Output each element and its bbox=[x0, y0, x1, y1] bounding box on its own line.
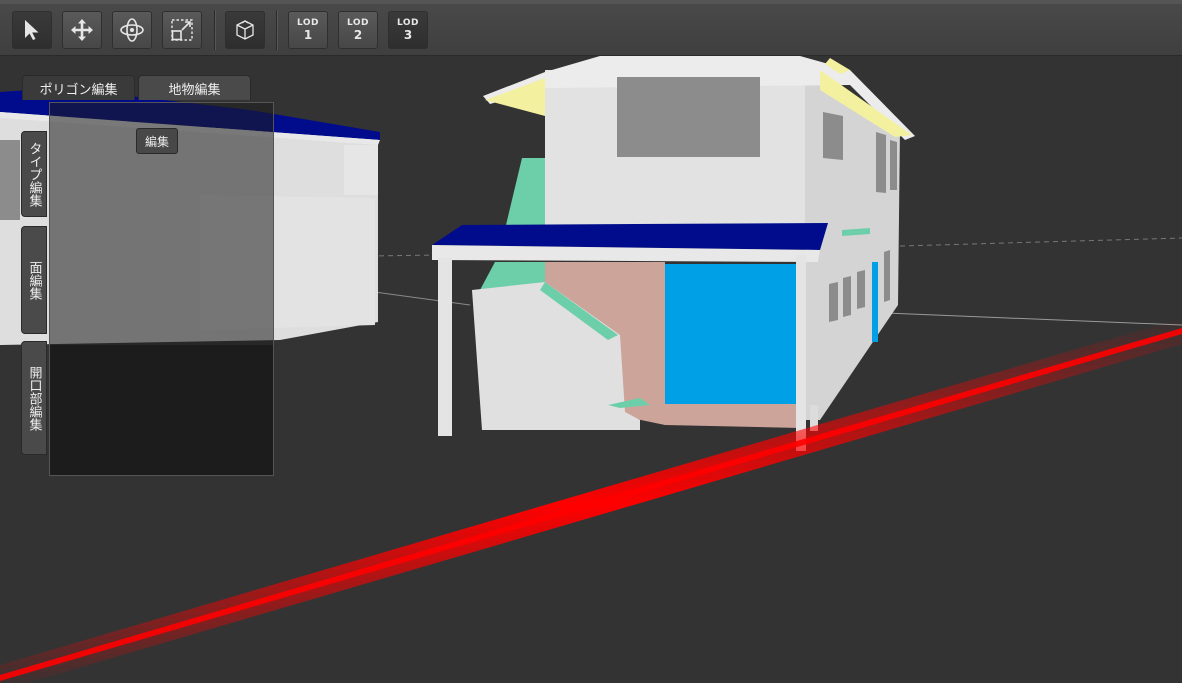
side-tab-label: タイプ編集 bbox=[26, 141, 42, 207]
lod-number: 2 bbox=[353, 28, 363, 42]
side-tab-label: 面編集 bbox=[26, 260, 42, 300]
move-tool-button[interactable] bbox=[62, 11, 102, 49]
scale-tool-button[interactable] bbox=[162, 11, 202, 49]
lod-label: LOD bbox=[296, 18, 320, 28]
tab-label: 地物編集 bbox=[168, 82, 221, 98]
cube-view-icon bbox=[236, 20, 254, 40]
view-mode-button[interactable] bbox=[225, 11, 265, 49]
toolbar-separator bbox=[276, 10, 278, 50]
tab-feature-edit[interactable]: 地物編集 bbox=[138, 75, 251, 100]
side-tab-label: 開口部編集 bbox=[26, 365, 42, 431]
edit-panel bbox=[49, 102, 274, 476]
grid-line bbox=[369, 254, 441, 257]
pillar bbox=[796, 255, 806, 451]
tab-polygon-edit[interactable]: ポリゴン編集 bbox=[22, 75, 135, 100]
rotate-tool-button[interactable] bbox=[112, 11, 152, 49]
main-toolbar: LOD 1 LOD 2 LOD 3 bbox=[0, 0, 1182, 56]
main-house[interactable] bbox=[432, 56, 915, 451]
side-tab-type-edit[interactable]: タイプ編集 bbox=[21, 131, 47, 217]
side-tab-face-edit[interactable]: 面編集 bbox=[21, 226, 47, 334]
toolbar-separator bbox=[214, 10, 216, 50]
orbit-rotate-icon bbox=[120, 18, 144, 42]
lod-label: LOD bbox=[346, 18, 370, 28]
grid-line bbox=[899, 237, 1182, 247]
scale-box-icon bbox=[171, 19, 193, 41]
move-arrows-icon bbox=[71, 19, 93, 41]
tab-label: ポリゴン編集 bbox=[39, 82, 118, 98]
lod1-button[interactable]: LOD 1 bbox=[288, 11, 328, 49]
edit-button[interactable]: 編集 bbox=[136, 128, 178, 154]
lod-number: 1 bbox=[303, 28, 313, 42]
grid-line bbox=[859, 311, 1182, 326]
lod-label: LOD bbox=[396, 18, 420, 28]
lod2-button[interactable]: LOD 2 bbox=[338, 11, 378, 49]
lod-number: 3 bbox=[403, 28, 413, 42]
main-door bbox=[665, 264, 800, 404]
select-tool-button[interactable] bbox=[12, 11, 52, 49]
pillar bbox=[438, 258, 452, 436]
side-tab-opening-edit[interactable]: 開口部編集 bbox=[21, 341, 47, 455]
panel-empty-area bbox=[50, 345, 273, 475]
arrow-cursor-icon bbox=[25, 20, 39, 40]
lod3-button[interactable]: LOD 3 bbox=[388, 11, 428, 49]
side-door bbox=[872, 262, 878, 342]
toolbar-top-edge bbox=[0, 0, 1182, 4]
window-top bbox=[617, 77, 760, 157]
